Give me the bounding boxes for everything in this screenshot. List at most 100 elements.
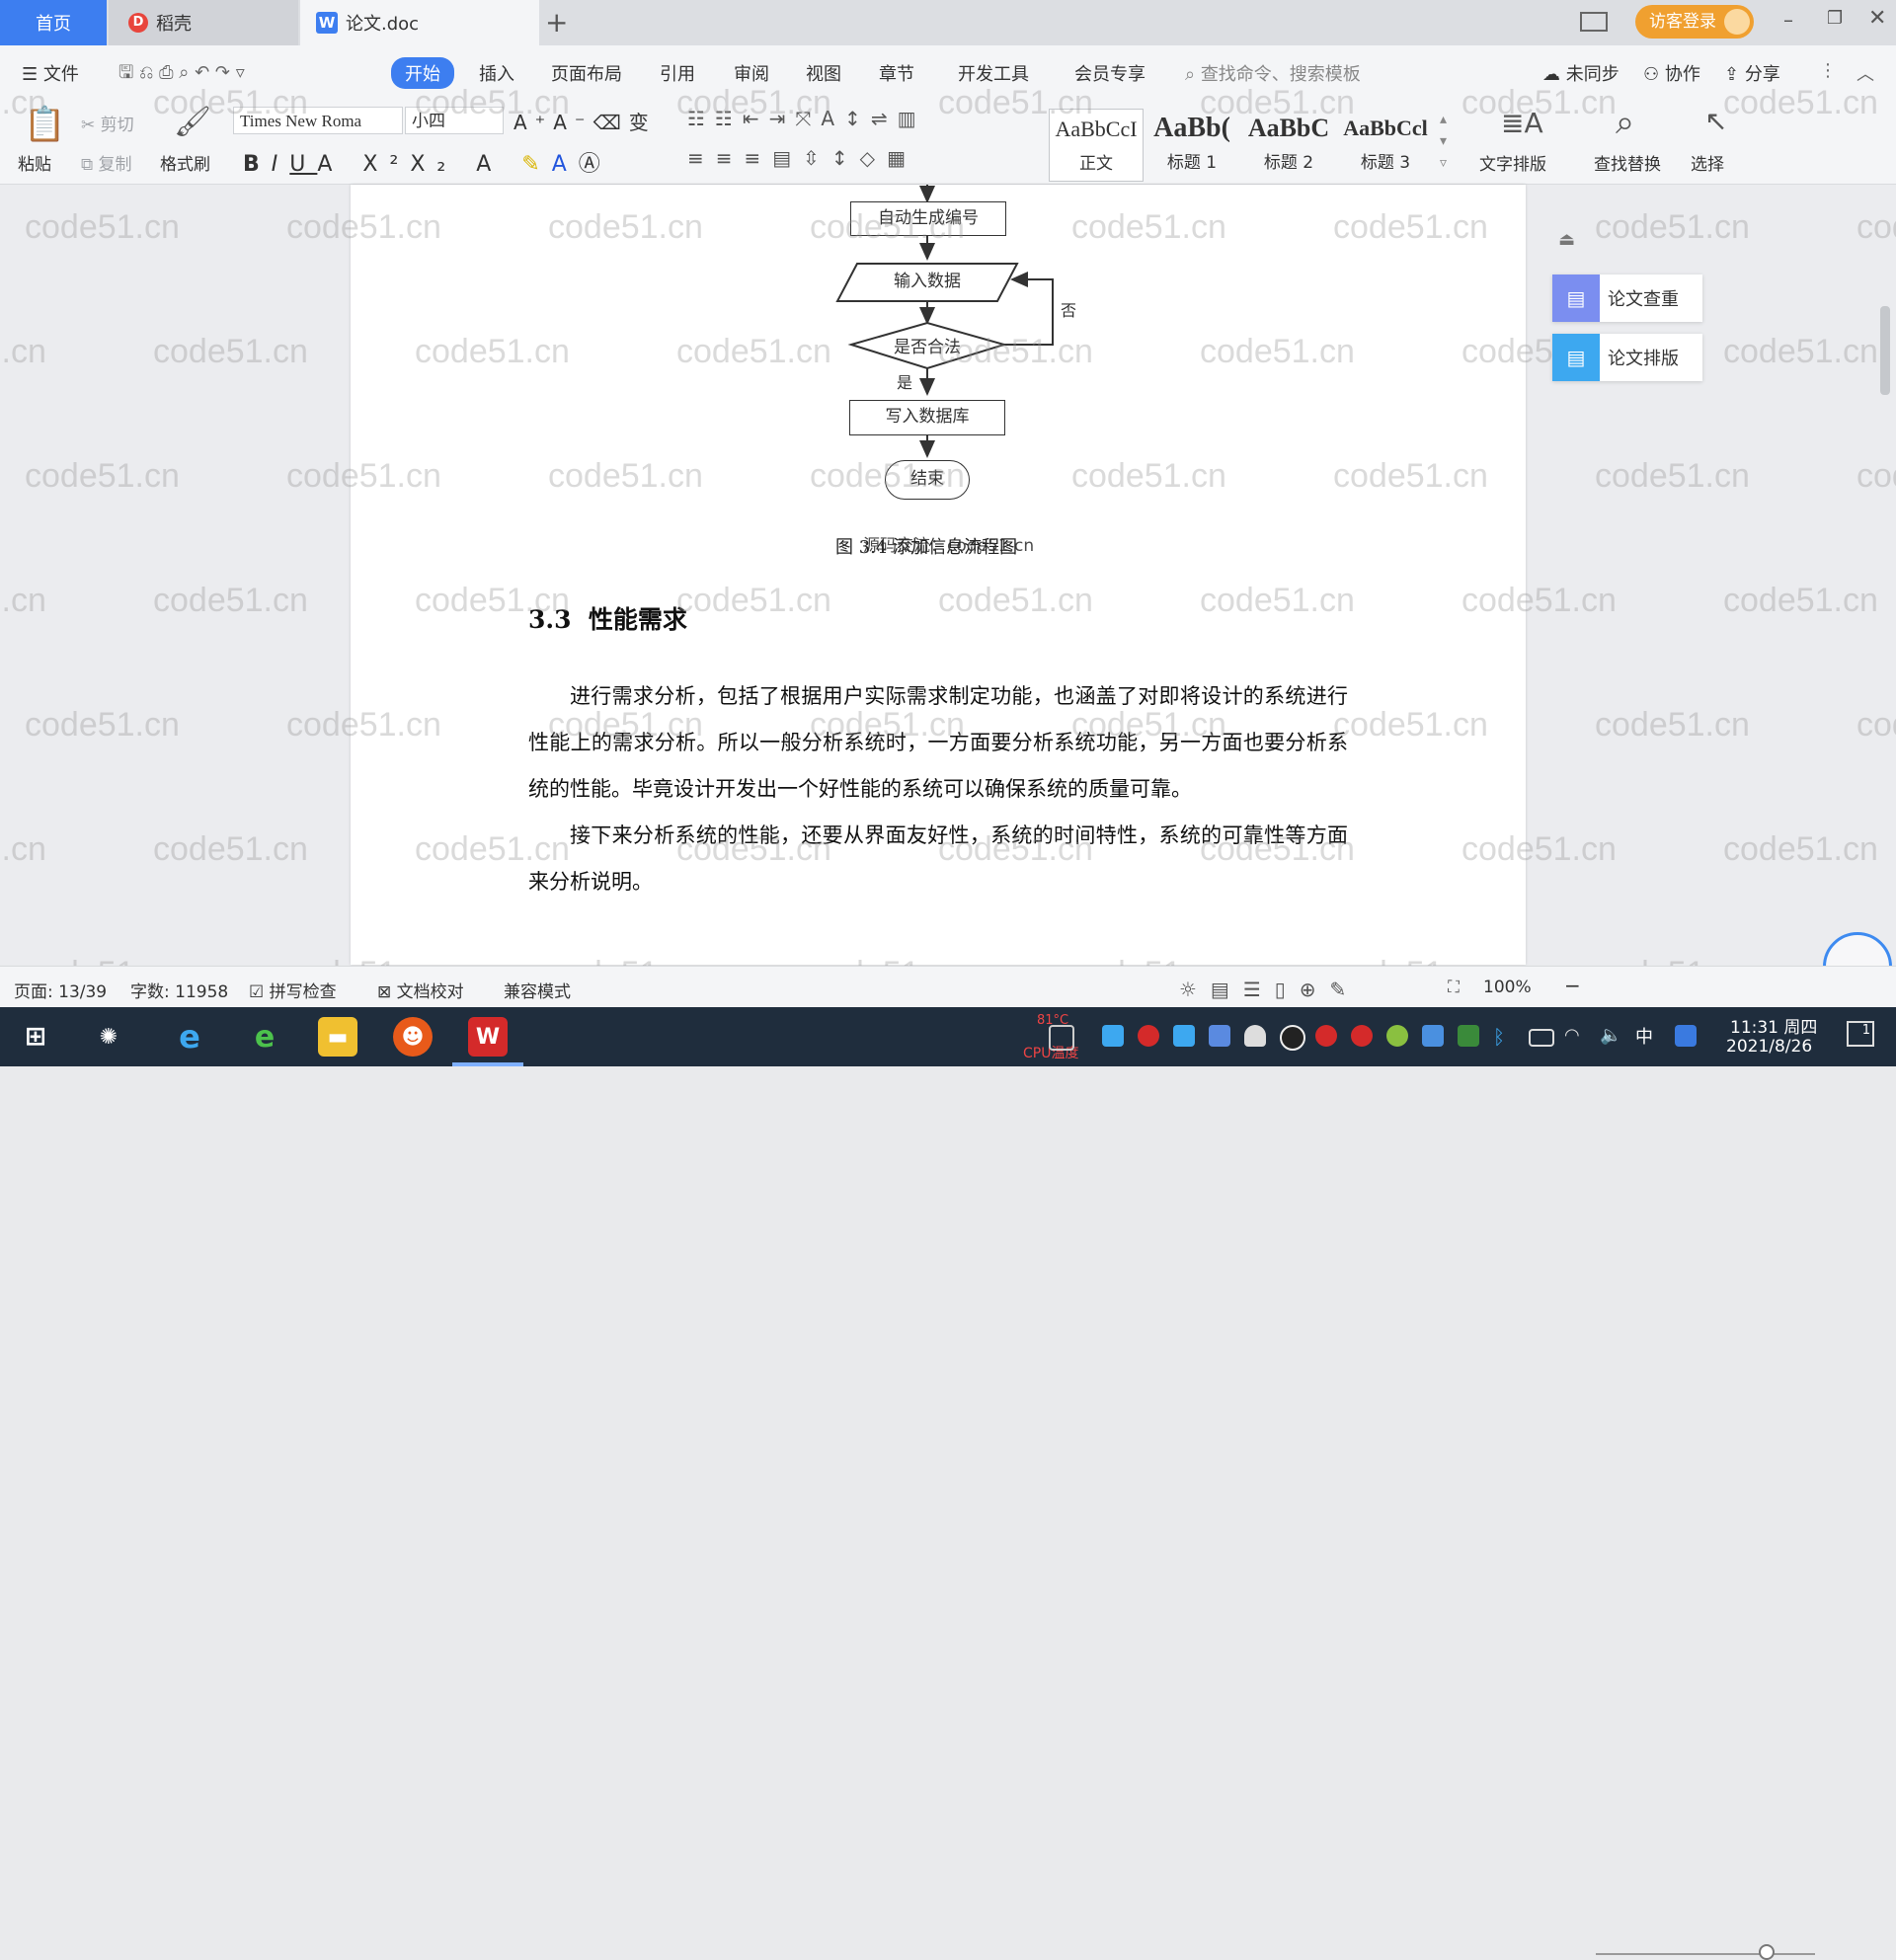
zoom-out-button[interactable]: − xyxy=(1564,974,1581,997)
text-layout-button[interactable]: 文字排版 xyxy=(1479,150,1546,175)
game-app-icon[interactable]: ☻ xyxy=(393,1017,433,1057)
doc-proof-button[interactable]: ⊠ 文档校对 xyxy=(377,978,464,1002)
vertical-scrollbar[interactable] xyxy=(1880,306,1890,395)
style-heading-2[interactable]: AaBbC 标题 2 xyxy=(1242,109,1335,180)
guest-login-button[interactable]: 访客登录 xyxy=(1635,5,1754,39)
qq-icon[interactable] xyxy=(1280,1025,1305,1051)
collab-button[interactable]: ⚇ 协作 xyxy=(1643,60,1700,86)
copy-button[interactable]: ⧉ 复制 xyxy=(81,150,132,175)
new-tab-button[interactable]: + xyxy=(545,6,568,39)
share-button[interactable]: ⇪ 分享 xyxy=(1724,60,1780,86)
tab-home[interactable]: 首页 xyxy=(0,0,107,45)
doc-proof-label: 文档校对 xyxy=(396,982,464,1002)
search-tray-icon[interactable] xyxy=(1675,1025,1697,1047)
wifi-icon[interactable]: ◠ xyxy=(1564,1025,1586,1047)
paste-button[interactable]: 粘贴 xyxy=(18,150,51,175)
command-search[interactable]: ⌕ 查找命令、搜索模板 xyxy=(1185,60,1361,86)
restore-icon[interactable]: ❐ xyxy=(1827,8,1843,29)
wps-office-icon[interactable]: W xyxy=(468,1017,508,1057)
cloud-icon: ☁ xyxy=(1542,64,1566,85)
menu-dev-tools[interactable]: 开发工具 xyxy=(958,60,1029,86)
notification-center-icon[interactable]: 1 xyxy=(1847,1021,1874,1047)
style-heading-1[interactable]: AaBb(标题 1 xyxy=(1146,109,1238,180)
tray-app-icon-1[interactable] xyxy=(1102,1025,1124,1047)
clock-date[interactable]: 2021/8/26 xyxy=(1726,1037,1812,1057)
menu-page-layout[interactable]: 页面布局 xyxy=(551,60,622,86)
style-heading-2-preview: AaBbC xyxy=(1247,114,1330,142)
layout-toggle-icon[interactable] xyxy=(1580,12,1608,32)
bell-icon[interactable] xyxy=(1244,1025,1266,1047)
zoom-slider-thumb[interactable] xyxy=(1759,1944,1776,1960)
find-replace-button[interactable]: 查找替换 xyxy=(1594,150,1661,175)
page-indicator[interactable]: 页面: 13/39 xyxy=(14,978,107,1002)
tray-app-icon-5[interactable] xyxy=(1351,1025,1373,1047)
compat-mode: 兼容模式 xyxy=(504,982,571,1002)
menu-reference[interactable]: 引用 xyxy=(660,60,695,86)
word-count[interactable]: 字数: 11958 xyxy=(130,978,228,1002)
style-scroll-icon[interactable]: ▴ ▾ ▿ xyxy=(1440,109,1447,174)
collapse-ribbon-icon[interactable]: ︿ xyxy=(1856,60,1874,86)
tray-app-icon-6[interactable] xyxy=(1386,1025,1408,1047)
keyboard-tray-icon[interactable] xyxy=(1049,1025,1074,1051)
menu-chapter[interactable]: 章节 xyxy=(879,60,914,86)
share-label: 分享 xyxy=(1744,64,1780,85)
more-icon[interactable]: ⋮ xyxy=(1819,60,1837,81)
format-painter-button[interactable]: 格式刷 xyxy=(160,150,210,175)
font-tools-icons[interactable]: A⁺A⁻⌫变 xyxy=(514,107,657,135)
zoom-slider[interactable] xyxy=(1596,1953,1815,1955)
cut-button[interactable]: ✂ 剪切 xyxy=(81,111,134,135)
view-mode-icons[interactable]: ☼▤☰▯⊕✎ xyxy=(1179,978,1360,1001)
tray-app-icon-2[interactable] xyxy=(1138,1025,1159,1047)
paper-check-button[interactable]: ▤ 论文查重 xyxy=(1552,274,1702,322)
menu-member[interactable]: 会员专享 xyxy=(1074,60,1146,86)
minimize-icon[interactable]: – xyxy=(1783,8,1793,32)
menu-review[interactable]: 审阅 xyxy=(734,60,769,86)
paste-icon[interactable]: 📋 xyxy=(24,105,65,144)
menu-file-label: 文件 xyxy=(42,64,79,85)
fit-icon[interactable]: ⛶ xyxy=(1448,978,1460,997)
clock-time[interactable]: 11:31 周四 xyxy=(1730,1013,1817,1038)
menu-view[interactable]: 视图 xyxy=(806,60,841,86)
tab-document[interactable]: W 论文.doc xyxy=(300,0,539,45)
font-size-select[interactable]: 小四 xyxy=(405,107,504,134)
tray-app-icon-7[interactable] xyxy=(1422,1025,1444,1047)
tab-daoke[interactable]: D 稻壳 xyxy=(109,0,298,45)
panel-collapse-icon[interactable]: ⏏ xyxy=(1558,229,1575,250)
overlay-watermark-text: 源码交流：code51.cn xyxy=(863,536,1035,556)
ie-browser-icon[interactable]: e xyxy=(170,1017,209,1057)
collab-label: 协作 xyxy=(1664,64,1700,85)
ime-indicator[interactable]: 中 xyxy=(1635,1023,1653,1049)
menu-insert[interactable]: 插入 xyxy=(479,60,514,86)
menu-start[interactable]: 开始 xyxy=(391,57,454,89)
magnifier-icon: ⌕ xyxy=(1616,103,1635,142)
file-explorer-icon[interactable]: ▬ xyxy=(318,1017,357,1057)
battery-icon[interactable] xyxy=(1529,1029,1554,1047)
zoom-level[interactable]: 100% xyxy=(1483,978,1532,997)
select-button[interactable]: 选择 xyxy=(1691,150,1724,175)
status-bar: 页面: 13/39 字数: 11958 ☑ 拼写检查 ⊠ 文档校对 兼容模式 ☼… xyxy=(0,966,1896,1960)
tray-app-icon-3[interactable] xyxy=(1173,1025,1195,1047)
spell-check-button[interactable]: ☑ 拼写检查 xyxy=(249,978,337,1002)
pinwheel-app-icon[interactable]: ✺ xyxy=(89,1017,128,1057)
menu-file[interactable]: ☰ 文件 xyxy=(22,60,79,86)
brush-icon[interactable]: 🖌 xyxy=(174,105,211,139)
text-format-icons[interactable]: BIUA X²X₂ A ✎AⒶ xyxy=(243,146,612,178)
nvidia-icon[interactable] xyxy=(1458,1025,1479,1047)
volume-icon[interactable]: 🔈 xyxy=(1600,1025,1621,1047)
tab-home-label: 首页 xyxy=(36,14,71,35)
bluetooth-icon[interactable]: ᛒ xyxy=(1493,1025,1515,1049)
font-name-select[interactable]: Times New Roma xyxy=(233,107,403,134)
shield-icon[interactable] xyxy=(1209,1025,1230,1047)
close-icon[interactable]: ✕ xyxy=(1868,6,1886,31)
paragraph-align-icons[interactable]: ≡≡≡▤⇳↕◇▦ xyxy=(687,146,917,170)
sync-status[interactable]: ☁ 未同步 xyxy=(1542,60,1620,86)
windows-start-icon[interactable]: ⊞ xyxy=(16,1017,55,1057)
quick-access-icons[interactable]: 🖫 ⎌ ⎙ ⌕ ↶ ↷ ▿ xyxy=(118,60,245,90)
style-heading-3[interactable]: AaBbCcl 标题 3 xyxy=(1339,109,1432,180)
list-indent-icons[interactable]: ☷☷⇤⇥⤧A↕⇌▥ xyxy=(687,107,925,130)
paper-format-button[interactable]: ▤ 论文排版 xyxy=(1552,334,1702,381)
style-normal[interactable]: AaBbCcI 正文 xyxy=(1049,109,1144,182)
secure-browser-icon[interactable]: e xyxy=(245,1017,284,1057)
copy-icon: ⧉ xyxy=(81,155,99,175)
tray-app-icon-4[interactable] xyxy=(1315,1025,1337,1047)
